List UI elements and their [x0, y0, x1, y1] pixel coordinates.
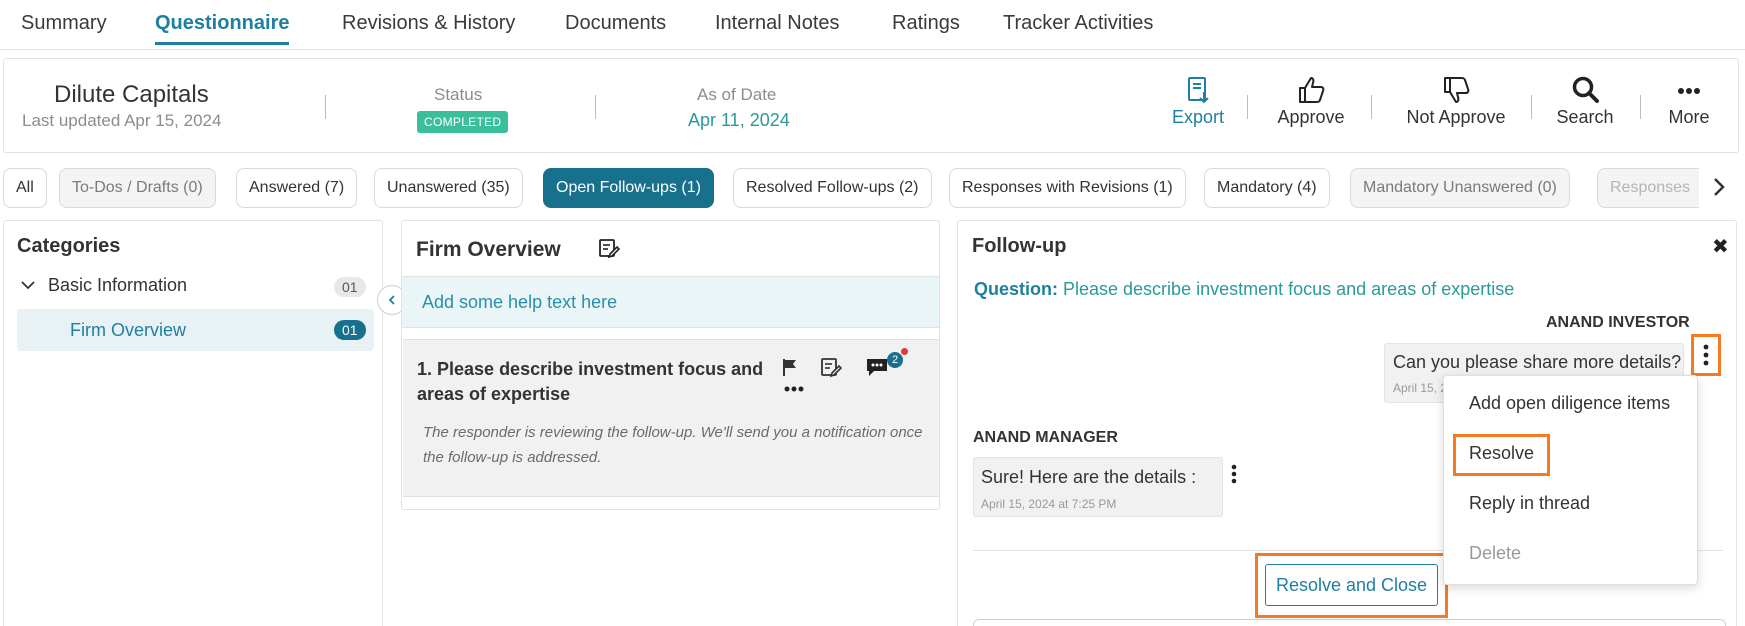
more-button[interactable]: More	[1664, 75, 1714, 128]
reply-input[interactable]	[973, 619, 1726, 626]
filter-resolved-follow-ups[interactable]: Resolved Follow-ups (2)	[733, 168, 932, 208]
message-bubble: Sure! Here are the details : April 15, 2…	[973, 457, 1223, 517]
export-label: Export	[1171, 107, 1225, 127]
category-group-basic-information[interactable]: Basic Information 01	[18, 273, 368, 301]
filter-unanswered[interactable]: Unanswered (35)	[374, 168, 523, 208]
as-of-date-label: As of Date	[697, 85, 777, 104]
approve-button[interactable]: Approve	[1273, 75, 1349, 128]
menu-item-reply-in-thread[interactable]: Reply in thread	[1469, 493, 1590, 514]
filter-todos-drafts[interactable]: To-Dos / Drafts (0)	[59, 168, 216, 208]
message-text: Can you please share more details?	[1393, 352, 1682, 372]
close-icon[interactable]: ✖	[1712, 234, 1729, 259]
export-icon	[1188, 77, 1209, 104]
filter-responses-with-revisions[interactable]: Responses with Revisions (1)	[949, 168, 1186, 208]
message-options-menu: Add open diligence items Resolve Reply i…	[1443, 375, 1698, 585]
thumbs-down-icon	[1444, 77, 1470, 103]
search-label: Search	[1556, 107, 1614, 127]
more-label: More	[1668, 107, 1710, 127]
divider	[325, 95, 326, 119]
filter-responses[interactable]: Responses	[1597, 168, 1699, 208]
header-card: Dilute Capitals Last updated Apr 15, 202…	[3, 58, 1739, 153]
comment-icon[interactable]	[865, 356, 889, 378]
message-sender: ANAND MANAGER	[973, 429, 1118, 446]
chevron-right-icon[interactable]	[1712, 176, 1726, 205]
divider	[1247, 95, 1248, 119]
category-group-name: Basic Information	[48, 275, 188, 295]
more-dots-icon[interactable]	[783, 384, 805, 394]
menu-item-add-open-diligence-items[interactable]: Add open diligence items	[1469, 393, 1670, 414]
tab-questionnaire[interactable]: Questionnaire	[155, 12, 290, 45]
divider	[595, 95, 596, 119]
question-label: Question:	[974, 279, 1058, 299]
thumbs-up-icon	[1299, 77, 1325, 103]
filter-open-follow-ups[interactable]: Open Follow-ups (1)	[543, 168, 714, 208]
tab-tracker-activities[interactable]: Tracker Activities	[1003, 12, 1153, 35]
category-item-firm-overview[interactable]: Firm Overview 01	[17, 309, 374, 351]
section-panel: Firm Overview Add some help text here 1.…	[401, 220, 940, 510]
status-label: Status	[434, 85, 483, 104]
follow-up-title: Follow-up	[972, 235, 1067, 257]
not-approve-label: Not Approve	[1406, 107, 1506, 127]
filter-all[interactable]: All	[3, 168, 47, 208]
search-button[interactable]: Search	[1554, 75, 1616, 128]
message-timestamp: April 15, 2024 at 7:25 PM	[981, 497, 1117, 511]
message-options-button[interactable]	[1691, 334, 1721, 376]
filter-answered[interactable]: Answered (7)	[236, 168, 358, 208]
menu-item-delete: Delete	[1469, 543, 1522, 563]
approve-label: Approve	[1277, 107, 1345, 127]
section-title: Firm Overview	[416, 238, 561, 261]
help-text: Add some help text here	[422, 292, 618, 312]
edit-note-icon[interactable]	[820, 356, 842, 378]
message-sender: ANAND INVESTOR	[1546, 314, 1690, 331]
more-dots-icon	[1678, 88, 1700, 94]
chevron-left-icon	[388, 295, 395, 305]
category-item-count: 01	[334, 320, 366, 340]
as-of-date-value: Apr 11, 2024	[688, 110, 790, 130]
help-text-row[interactable]: Add some help text here	[402, 276, 939, 328]
kebab-menu-icon	[1703, 344, 1709, 366]
highlight-box: Resolve and Close	[1255, 553, 1448, 618]
divider	[1531, 95, 1532, 119]
kebab-menu-icon[interactable]	[1231, 463, 1237, 485]
divider	[1640, 95, 1641, 119]
tab-revisions-history[interactable]: Revisions & History	[342, 12, 515, 35]
comment-count-badge: 2	[887, 352, 903, 368]
message-text: Sure! Here are the details :	[981, 467, 1197, 487]
filter-mandatory[interactable]: Mandatory (4)	[1204, 168, 1330, 208]
status-badge: COMPLETED	[417, 111, 509, 133]
category-group-count: 01	[334, 277, 366, 297]
flag-icon[interactable]	[780, 357, 800, 377]
follow-up-status-note: The responder is reviewing the follow-up…	[423, 424, 923, 466]
tab-summary[interactable]: Summary	[21, 12, 107, 35]
not-approve-button[interactable]: Not Approve	[1398, 75, 1514, 128]
tab-internal-notes[interactable]: Internal Notes	[715, 12, 840, 35]
top-tab-bar: Summary Questionnaire Revisions & Histor…	[0, 0, 1745, 50]
categories-title: Categories	[17, 235, 121, 257]
unread-dot	[901, 348, 908, 355]
filter-mandatory-unanswered[interactable]: Mandatory Unanswered (0)	[1350, 168, 1570, 208]
question-text: Please describe investment focus and are…	[1058, 279, 1515, 299]
edit-note-icon[interactable]	[598, 237, 620, 259]
menu-item-resolve[interactable]: Resolve	[1469, 443, 1534, 464]
divider	[1371, 95, 1372, 119]
categories-panel: Categories Basic Information 01 Firm Ove…	[3, 220, 383, 626]
last-updated: Last updated Apr 15, 2024	[22, 111, 222, 130]
firm-name: Dilute Capitals	[54, 81, 209, 108]
resolve-and-close-button[interactable]: Resolve and Close	[1265, 564, 1438, 606]
export-button[interactable]: Export	[1167, 75, 1229, 128]
question-card[interactable]: 1. Please describe investment focus and …	[403, 339, 939, 497]
tab-ratings[interactable]: Ratings	[892, 12, 960, 35]
category-item-name: Firm Overview	[70, 320, 186, 340]
question-text: 1. Please describe investment focus and …	[417, 359, 764, 404]
follow-up-question: Question: Please describe investment foc…	[974, 279, 1514, 300]
chevron-down-icon[interactable]	[20, 277, 36, 293]
tab-documents[interactable]: Documents	[565, 12, 666, 35]
search-icon	[1572, 76, 1599, 103]
